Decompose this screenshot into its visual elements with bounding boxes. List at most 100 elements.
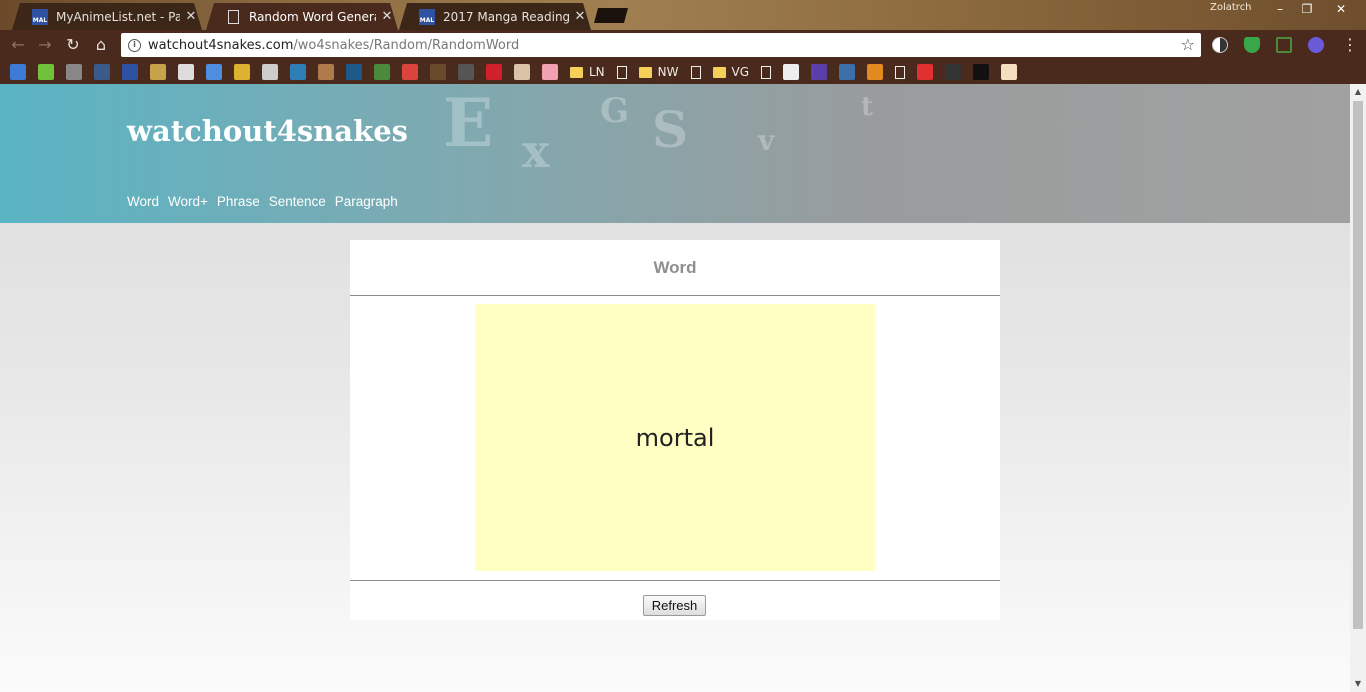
bookmark-item[interactable]: LN [570,64,605,80]
bookmark-item[interactable] [542,64,558,80]
bookmark-item[interactable]: NW [638,64,679,80]
vpn-extension-icon[interactable] [1308,37,1324,53]
bookmark-item[interactable] [122,64,138,80]
forward-icon[interactable]: → [35,35,55,55]
bookmark-item[interactable] [1001,64,1018,80]
shield-extension-icon[interactable] [1244,37,1260,53]
bookmark-item[interactable] [234,64,250,80]
wt-icon [94,64,110,80]
decor-letter: x [522,124,550,178]
bookmark-item[interactable]: VG [712,64,749,80]
tab-title: Random Word Generator [249,9,374,24]
e-icon [839,64,856,80]
close-icon[interactable]: ✕ [376,9,398,24]
bookmark-item[interactable] [458,64,474,80]
nav-word-plus[interactable]: Word+ [168,194,208,209]
refresh-button[interactable]: Refresh [643,595,706,616]
home-icon[interactable]: ⌂ [91,35,111,55]
window-close-icon[interactable]: ✕ [1326,0,1356,20]
scroll-thumb[interactable] [1353,101,1363,629]
address-bar[interactable]: i watchout4snakes.com /wo4snakes/Random/… [121,33,1201,57]
card-title: Word [350,240,1000,296]
site-header: watchout4snakes E x G S v t Word Word+ P… [0,84,1350,223]
nav-word[interactable]: Word [127,194,159,209]
bookmark-item[interactable] [761,64,772,80]
scribd-icon [783,64,800,80]
bookmark-item[interactable] [867,64,884,80]
nav-paragraph[interactable]: Paragraph [335,194,398,209]
new-tab-button[interactable] [594,8,628,23]
restore-icon[interactable]: ❐ [1292,0,1322,20]
slime-icon [542,64,558,80]
tab-random-word-generator[interactable]: Random Word Generator ✕ [206,3,398,30]
close-icon[interactable]: ✕ [180,9,202,24]
site-nav: Word Word+ Phrase Sentence Paragraph [127,194,398,209]
bookmark-item[interactable] [895,64,906,80]
bookmark-item[interactable] [783,64,800,80]
browser-title-bar: MAL MyAnimeList.net - Panel ✕ Random Wor… [0,0,1366,30]
bookmark-item[interactable] [486,64,502,80]
back-icon[interactable]: ← [8,35,28,55]
page-icon [616,65,627,79]
minimize-icon[interactable]: – [1265,0,1295,20]
bookmark-item[interactable] [94,64,110,80]
bookmark-item[interactable] [262,64,278,80]
nav-sentence[interactable]: Sentence [269,194,326,209]
bookmark-item[interactable] [290,64,306,80]
bookmark-item[interactable] [811,64,828,80]
bookmark-item[interactable] [206,64,222,80]
browser-toolbar: ← → ↻ ⌂ i watchout4snakes.com /wo4snakes… [0,30,1366,60]
mal-icon: MAL [419,9,435,25]
bookmark-item[interactable] [318,64,334,80]
bookmark-item[interactable] [616,64,627,80]
bookmark-item[interactable] [374,64,390,80]
bookmark-item[interactable] [690,64,701,80]
info-icon[interactable]: i [128,38,141,52]
menu-icon[interactable]: ⋮ [1340,35,1360,55]
bookmark-item[interactable] [66,64,82,80]
bookmark-item[interactable] [514,64,530,80]
bookmark-item[interactable] [10,64,26,80]
bookmark-item[interactable] [917,64,934,80]
scroll-up-icon[interactable]: ▲ [1350,84,1366,100]
mal-icon: MAL [32,9,48,25]
site-logo[interactable]: watchout4snakes [127,114,408,148]
bookmark-item[interactable] [178,64,194,80]
ok-icon [917,64,934,80]
nav-phrase[interactable]: Phrase [217,194,260,209]
tab-title: MyAnimeList.net - Panel [56,9,180,24]
tab-manga-reading[interactable]: MAL 2017 Manga Reading Ch ✕ [399,3,591,30]
reader-extension-icon[interactable] [1276,37,1292,53]
bookmark-item[interactable] [945,64,962,80]
app-icon [206,64,222,80]
scroll-down-icon[interactable]: ▼ [1350,676,1366,692]
decor-letter: v [758,124,775,157]
url-host: watchout4snakes.com [148,37,294,53]
profile-name[interactable]: Zolatrch [1210,2,1252,13]
a-plus-icon [945,64,962,80]
grid-icon [178,64,194,80]
bookmark-item[interactable] [150,64,166,80]
image-icon [150,64,166,80]
tab-myanimelist[interactable]: MAL MyAnimeList.net - Panel ✕ [12,3,202,30]
bookmark-item[interactable] [38,64,54,80]
reload-icon[interactable]: ↻ [63,35,83,55]
scrollbar[interactable]: ▲ ▼ [1350,84,1366,692]
bookmark-item[interactable] [346,64,362,80]
bookmark-item[interactable] [839,64,856,80]
anime-icon [66,64,82,80]
orange-icon [867,64,884,80]
dark-mode-extension-icon[interactable] [1212,37,1228,53]
bookmark-item[interactable] [430,64,446,80]
bookmark-item[interactable] [402,64,418,80]
decor-letter: G [600,91,630,131]
folder-icon [712,66,726,78]
bookmark-item[interactable] [973,64,990,80]
close-icon[interactable]: ✕ [569,9,591,24]
page-icon [228,10,239,24]
s-icon [346,64,362,80]
mal-icon [122,64,138,80]
bookmark-star-icon[interactable]: ☆ [1181,35,1195,54]
card-footer: Refresh [350,580,1000,620]
decor-letter: S [652,100,689,159]
